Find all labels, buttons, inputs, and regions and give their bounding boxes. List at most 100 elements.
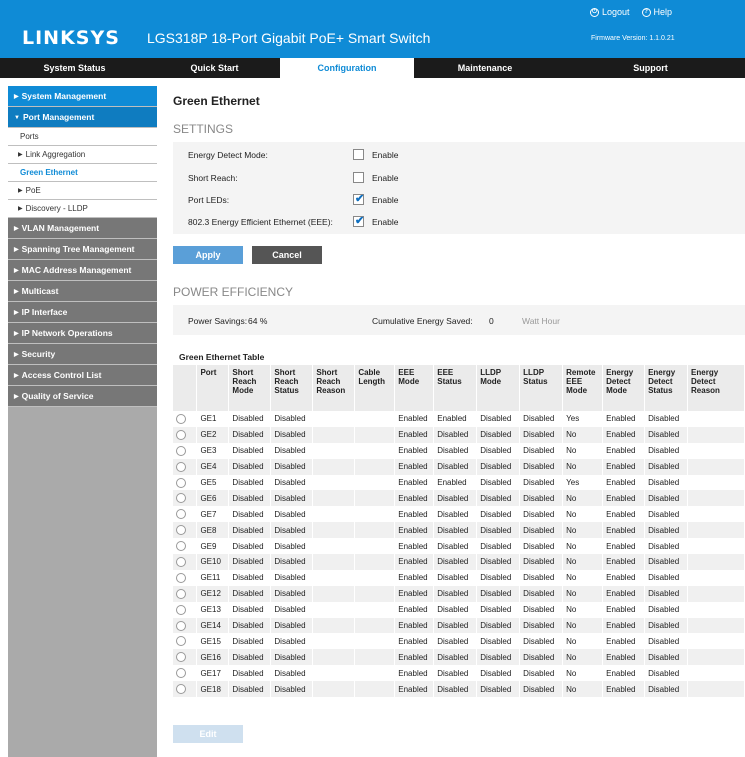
table-cell: GE8 bbox=[196, 522, 230, 539]
sidebar-label: IP Interface bbox=[21, 307, 68, 317]
table-cell bbox=[687, 633, 745, 650]
table-row[interactable]: GE6 Disabled Disabled Enabled Disabled Disabl… bbox=[173, 490, 745, 507]
sidebar-item-port-management[interactable]: ▼ Port Management bbox=[8, 107, 157, 128]
table-row[interactable]: GE17 Disabled Disabled Enabled Disabled Disab… bbox=[173, 665, 745, 682]
row-radio-button[interactable] bbox=[176, 493, 186, 504]
table-cell: Disabled bbox=[228, 442, 272, 459]
table-row[interactable]: GE1 Disabled Disabled Enabled Enabled Disable… bbox=[173, 411, 745, 427]
table-cell bbox=[354, 522, 396, 539]
sidebar-item-access-control-list[interactable]: ▶ Access Control List bbox=[8, 365, 157, 386]
sidebar-item-spanning-tree[interactable]: ▶ Spanning Tree Management bbox=[8, 239, 157, 260]
tab-support[interactable]: Support bbox=[556, 58, 745, 78]
sidebar-item-multicast[interactable]: ▶ Multicast bbox=[8, 281, 157, 302]
energy-detect-checkbox[interactable] bbox=[353, 149, 364, 160]
table-cell: Disabled bbox=[228, 649, 272, 666]
triangle-right-icon: ▶ bbox=[14, 94, 19, 100]
edit-button[interactable]: Edit bbox=[173, 725, 243, 743]
cancel-button[interactable]: Cancel bbox=[252, 246, 322, 264]
table-row[interactable]: GE11 Disabled Disabled Enabled Disabled Disab… bbox=[173, 569, 745, 586]
row-radio-button[interactable] bbox=[176, 620, 186, 631]
table-row[interactable]: GE3 Disabled Disabled Enabled Disabled Disabl… bbox=[173, 442, 745, 459]
row-radio-button[interactable] bbox=[176, 604, 186, 615]
table-cell: Disabled bbox=[270, 458, 314, 475]
row-radio-button[interactable] bbox=[176, 525, 186, 536]
table-row[interactable]: GE18 Disabled Disabled Enabled Disabled Disab… bbox=[173, 681, 745, 698]
table-cell: Enabled bbox=[433, 411, 478, 427]
row-radio-button[interactable] bbox=[176, 445, 186, 456]
table-row[interactable]: GE15 Disabled Disabled Enabled Disabled Disab… bbox=[173, 633, 745, 650]
sidebar-item-green-ethernet[interactable]: Green Ethernet bbox=[8, 164, 157, 182]
table-cell: Disabled bbox=[476, 506, 521, 523]
row-radio-button[interactable] bbox=[176, 509, 186, 520]
table-row[interactable]: GE5 Disabled Disabled Enabled Enabled Disable… bbox=[173, 474, 745, 491]
table-cell: Disabled bbox=[270, 426, 314, 443]
table-cell bbox=[354, 554, 396, 570]
sidebar-item-ports[interactable]: Ports bbox=[8, 128, 157, 146]
table-row[interactable]: GE2 Disabled Disabled Enabled Disabled Disabl… bbox=[173, 426, 745, 443]
sidebar-item-quality-of-service[interactable]: ▶ Quality of Service bbox=[8, 386, 157, 407]
apply-button[interactable]: Apply bbox=[173, 246, 243, 264]
sidebar-item-mac-address[interactable]: ▶ MAC Address Management bbox=[8, 260, 157, 281]
row-radio-button[interactable] bbox=[176, 652, 186, 663]
table-cell: No bbox=[562, 458, 604, 475]
help-link[interactable]: ? Help bbox=[641, 7, 672, 17]
row-radio-button[interactable] bbox=[176, 461, 186, 472]
eee-checkbox[interactable]: ✔ bbox=[353, 215, 365, 227]
table-row[interactable]: GE7 Disabled Disabled Enabled Disabled Disabl… bbox=[173, 506, 745, 523]
tab-quick-start[interactable]: Quick Start bbox=[149, 58, 280, 78]
table-row[interactable]: GE4 Disabled Disabled Enabled Disabled Disabl… bbox=[173, 458, 745, 475]
row-radio-button[interactable] bbox=[176, 572, 186, 583]
table-row[interactable]: GE8 Disabled Disabled Enabled Disabled Disabl… bbox=[173, 522, 745, 539]
table-cell bbox=[687, 585, 745, 602]
row-radio-button[interactable] bbox=[176, 413, 186, 424]
table-cell: Disabled bbox=[644, 426, 689, 443]
sidebar-item-vlan-management[interactable]: ▶ VLAN Management bbox=[8, 218, 157, 239]
table-cell: Disabled bbox=[270, 538, 314, 555]
table-cell: Disabled bbox=[270, 633, 314, 650]
table-row[interactable]: GE13 Disabled Disabled Enabled Disabled Disab… bbox=[173, 601, 745, 618]
row-radio-button[interactable] bbox=[176, 636, 186, 647]
table-cell: Enabled bbox=[394, 458, 435, 475]
row-select-cell bbox=[173, 617, 198, 634]
sidebar-item-ip-network-operations[interactable]: ▶ IP Network Operations bbox=[8, 323, 157, 344]
col-short-reach-reason: Short Reach Reason bbox=[312, 365, 356, 411]
table-cell: Disabled bbox=[228, 426, 272, 443]
table-cell: Disabled bbox=[519, 506, 564, 523]
table-row[interactable]: GE14 Disabled Disabled Enabled Disabled Disab… bbox=[173, 617, 745, 634]
row-radio-button[interactable] bbox=[176, 477, 186, 488]
sidebar-item-security[interactable]: ▶ Security bbox=[8, 344, 157, 365]
port-leds-checkbox[interactable]: ✔ bbox=[353, 193, 364, 205]
row-radio-button[interactable] bbox=[176, 541, 186, 552]
row-radio-button[interactable] bbox=[176, 429, 186, 440]
tab-maintenance[interactable]: Maintenance bbox=[414, 58, 556, 78]
tab-configuration[interactable]: Configuration bbox=[280, 58, 414, 78]
triangle-right-icon: ▶ bbox=[14, 394, 19, 400]
sidebar-item-ip-interface[interactable]: ▶ IP Interface bbox=[8, 302, 157, 323]
row-radio-button[interactable] bbox=[176, 588, 186, 599]
table-row[interactable]: GE12 Disabled Disabled Enabled Disabled Disab… bbox=[173, 585, 745, 602]
row-radio-button[interactable] bbox=[176, 668, 186, 679]
table-cell bbox=[687, 649, 745, 666]
sidebar-item-system-management[interactable]: ▶ System Management bbox=[8, 86, 157, 107]
sidebar-item-link-aggregation[interactable]: ▶ Link Aggregation bbox=[8, 146, 157, 164]
row-radio-button[interactable] bbox=[176, 556, 186, 567]
table-cell: Enabled bbox=[602, 411, 646, 427]
checkmark-icon: ✔ bbox=[355, 215, 365, 227]
sidebar-item-discovery-lldp[interactable]: ▶ Discovery - LLDP bbox=[8, 200, 157, 218]
logout-link[interactable]: ⏻ Logout bbox=[590, 7, 630, 17]
table-cell: Disabled bbox=[228, 411, 272, 427]
row-select-cell bbox=[173, 506, 198, 523]
sidebar-label: Access Control List bbox=[21, 370, 102, 380]
tab-system-status[interactable]: System Status bbox=[0, 58, 149, 78]
table-cell: Disabled bbox=[433, 506, 478, 523]
table-cell: No bbox=[562, 681, 604, 698]
table-cell: Disabled bbox=[644, 538, 689, 555]
table-row[interactable]: GE9 Disabled Disabled Enabled Disabled Disabl… bbox=[173, 538, 745, 555]
page-title: Green Ethernet bbox=[173, 94, 260, 108]
table-row[interactable]: GE10 Disabled Disabled Enabled Disabled Disab… bbox=[173, 554, 745, 570]
row-radio-button[interactable] bbox=[176, 684, 186, 695]
table-row[interactable]: GE16 Disabled Disabled Enabled Disabled Disab… bbox=[173, 649, 745, 666]
sidebar-item-poe[interactable]: ▶ PoE bbox=[8, 182, 157, 200]
short-reach-checkbox[interactable] bbox=[353, 172, 364, 183]
table-cell bbox=[354, 474, 396, 491]
